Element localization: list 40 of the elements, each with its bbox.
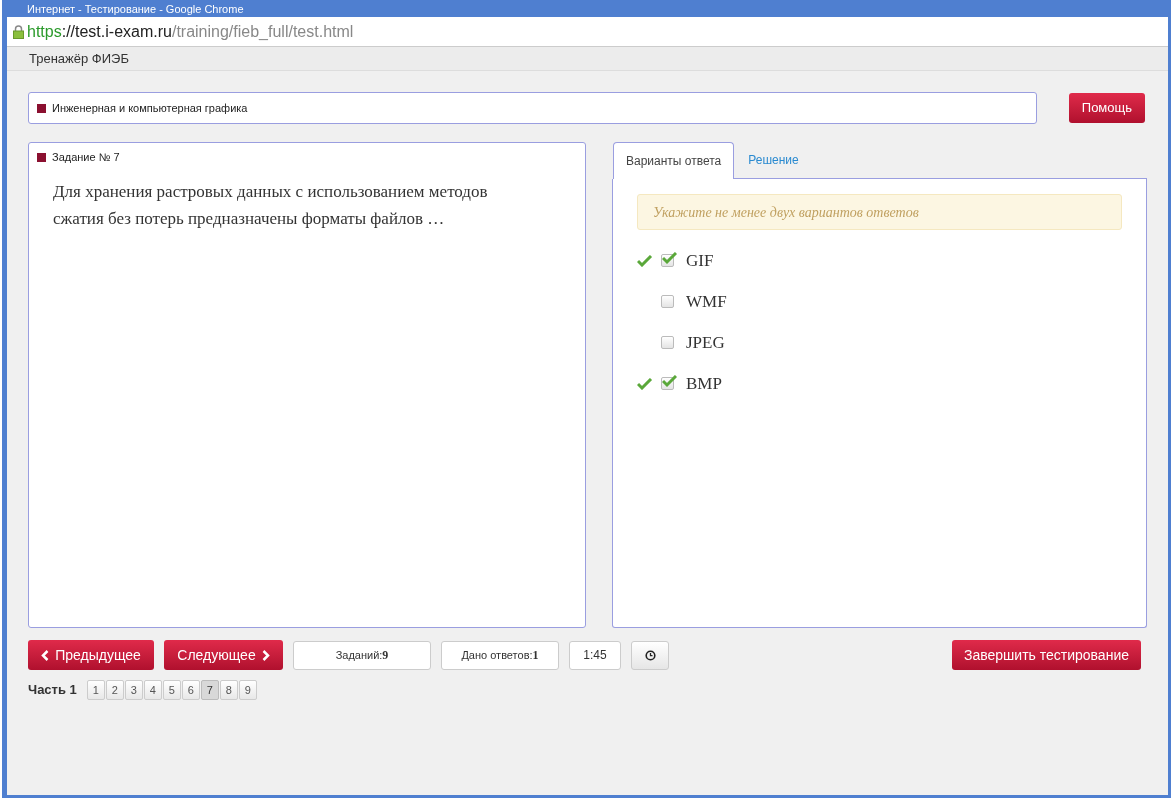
option-label: JPEG (686, 331, 725, 354)
page-button[interactable]: 5 (162, 680, 181, 700)
help-button[interactable]: Помощь (1068, 93, 1145, 123)
chevron-left-icon (41, 649, 50, 661)
tab[interactable]: Варианты ответа (613, 142, 735, 179)
page-button[interactable]: 6 (181, 680, 200, 700)
page-button[interactable]: 3 (124, 680, 143, 700)
part-label: Часть 1 (28, 681, 77, 700)
question-text: Для хранения растровых данных с использованием методов сжатия без потерь предназначены форматы файлов … (53, 180, 489, 230)
page-button[interactable]: 1 (86, 680, 105, 700)
chevron-right-icon (261, 649, 270, 661)
app-title: Тренажёр ФИЭБ (29, 49, 129, 68)
page-button[interactable]: 4 (143, 680, 162, 700)
finish-button[interactable]: Завершить тестирование (952, 640, 1141, 670)
page-button[interactable]: 2 (105, 680, 124, 700)
square-icon (37, 103, 46, 113)
option-label: BMP (686, 372, 722, 395)
lock-icon (13, 24, 24, 39)
discipline-title: Инженерная и компьютерная графика (52, 100, 248, 116)
checkbox[interactable] (661, 295, 674, 308)
tasks-counter: Заданий:9 (293, 640, 431, 670)
page-button[interactable]: 7 (200, 680, 219, 700)
previous-button[interactable]: Предыдущее (28, 640, 154, 670)
page-button[interactable]: 9 (238, 680, 257, 700)
option-label: GIF (686, 249, 714, 272)
clock-icon (644, 649, 656, 661)
page-button[interactable]: 8 (219, 680, 238, 700)
checkbox[interactable] (661, 254, 674, 267)
answers-counter: Дано ответов:1 (441, 640, 559, 670)
clock-button[interactable] (631, 640, 669, 670)
square-icon (37, 152, 46, 162)
address-bar-url[interactable]: https://test.i-exam.ru/training/fieb_full/test.html (27, 19, 354, 44)
hint-message: Укажите не менее двух вариантов ответов (637, 194, 1122, 230)
option-label: WMF (686, 290, 727, 313)
checkbox[interactable] (661, 336, 674, 349)
window-title: Интернет - Тестирование - Google Chrome (27, 1, 244, 16)
timer: 1:45 (569, 640, 621, 670)
checkbox[interactable] (661, 377, 674, 390)
task-number: Задание № 7 (52, 150, 120, 165)
next-button[interactable]: Следующее (164, 640, 283, 670)
